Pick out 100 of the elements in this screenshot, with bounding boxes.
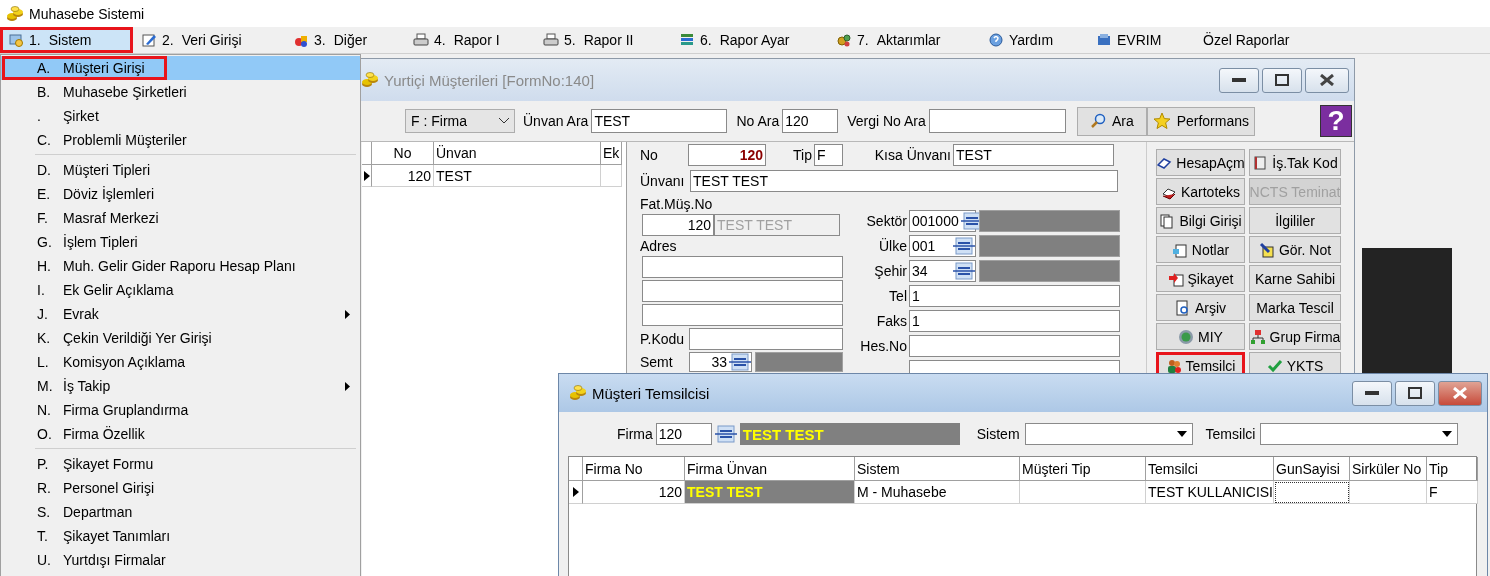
menu-item[interactable]: P. Şikayet Formu: [1, 452, 360, 476]
menu-item[interactable]: G. İşlem Tipleri: [1, 230, 360, 254]
window-title: Yurtiçi Müşterileri [FormNo:140]: [384, 71, 595, 89]
menu-item[interactable]: F. Masraf Merkezi: [1, 206, 360, 230]
menu-item[interactable]: . Şirket: [1, 104, 360, 128]
table-cell: F: [1427, 481, 1478, 504]
table-cell[interactable]: [1274, 481, 1350, 504]
input-field[interactable]: [928, 109, 1066, 133]
menu-item[interactable]: 5. Rapor II: [535, 27, 671, 53]
menu-item[interactable]: 2. Veri Girişi: [133, 27, 285, 53]
pencil-icon: [141, 32, 157, 48]
menu-item[interactable]: Yardım: [980, 27, 1088, 53]
menu-item[interactable]: E. Döviz İşlemleri: [1, 182, 360, 206]
field-label: Tip: [792, 147, 813, 163]
input-field[interactable]: 001: [909, 235, 976, 257]
menu-item[interactable]: J. Evrak: [1, 302, 360, 326]
minimize-icon: [1232, 78, 1246, 82]
action-button[interactable]: Arşiv: [1156, 294, 1245, 321]
menu-item[interactable]: Özel Raporlar: [1195, 27, 1325, 53]
coins-icon: [361, 71, 379, 89]
hierarchy-icon: [1250, 328, 1266, 345]
input-field[interactable]: [909, 335, 1120, 357]
dropdown[interactable]: [1260, 423, 1459, 445]
input-field[interactable]: 120: [655, 423, 712, 445]
close-button[interactable]: [1305, 67, 1349, 93]
menu-item[interactable]: L. Komisyon Açıklama: [1, 350, 360, 374]
input-field[interactable]: 1: [909, 310, 1120, 332]
printer-icon: [543, 32, 559, 48]
action-button[interactable]: Gör. Not: [1249, 236, 1341, 263]
menu-item[interactable]: U. Yurtdışı Firmalar: [1, 548, 360, 572]
menu-item[interactable]: 1. Sistem: [0, 27, 133, 53]
maximize-button[interactable]: [1262, 67, 1302, 93]
menu-item[interactable]: 7. Aktarımlar: [828, 27, 980, 53]
action-button[interactable]: Marka Tescil: [1249, 294, 1341, 321]
field-label: Temsilci: [1205, 426, 1256, 442]
menu-item[interactable]: N. Firma Gruplandırma: [1, 398, 360, 422]
field-label: Fat.Müş.No: [640, 196, 714, 212]
menu-item[interactable]: A. Müşteri Girişi: [1, 56, 360, 80]
menu-item[interactable]: T. Şikayet Tanımları: [1, 524, 360, 548]
action-button[interactable]: Grup Firma: [1249, 323, 1341, 350]
action-button[interactable]: Performans: [1146, 106, 1255, 136]
action-button[interactable]: İlgililer: [1249, 207, 1341, 234]
action-button[interactable]: Kartoteks: [1156, 178, 1245, 205]
menu-item[interactable]: I. Ek Gelir Açıklama: [1, 278, 360, 302]
action-button[interactable]: HesapAçm: [1156, 149, 1245, 176]
action-button[interactable]: Karne Sahibi: [1249, 265, 1341, 292]
menu-item[interactable]: K. Çekin Verildiği Yer Girişi: [1, 326, 360, 350]
menu-item[interactable]: C. Problemli Müşteriler: [1, 128, 360, 152]
search-button[interactable]: Ara: [1076, 106, 1147, 136]
action-button[interactable]: Şikayet: [1156, 265, 1245, 292]
action-button[interactable]: Notlar: [1156, 236, 1245, 263]
input-field[interactable]: 120: [688, 144, 766, 166]
input-field[interactable]: [642, 256, 843, 278]
dropdown-arrow-icon: [1442, 431, 1453, 437]
action-button[interactable]: Bilgi Girişi: [1156, 207, 1245, 234]
input-field[interactable]: 1: [909, 285, 1120, 307]
menu-item[interactable]: R. Personel Girişi: [1, 476, 360, 500]
field-label: Sistem: [976, 426, 1020, 442]
field-label: Ünvanı: [640, 173, 686, 189]
input-field[interactable]: 34: [909, 260, 976, 282]
close-button[interactable]: [1438, 380, 1482, 406]
input-field[interactable]: [689, 328, 843, 350]
help-icon: [988, 32, 1004, 48]
input-field[interactable]: TEST: [953, 144, 1114, 166]
menu-item[interactable]: B. Muhasebe Şirketleri: [1, 80, 360, 104]
lookup-icon[interactable]: [714, 425, 737, 443]
help-button[interactable]: ?: [1320, 105, 1352, 137]
maximize-button[interactable]: [1395, 380, 1435, 406]
input-field[interactable]: 120: [782, 109, 839, 133]
table-cell: TEST TEST: [685, 481, 855, 504]
input-field[interactable]: 33: [689, 352, 752, 372]
table-cell: 120: [372, 165, 434, 187]
input-field[interactable]: [642, 280, 843, 302]
lookup-icon[interactable]: [953, 262, 975, 280]
type-dropdown[interactable]: F : Firma: [405, 109, 515, 133]
menu-item[interactable]: EVRIM: [1088, 27, 1195, 53]
table-cell: M - Muhasebe: [855, 481, 1020, 504]
menu-item[interactable]: S. Departman: [1, 500, 360, 524]
lookup-icon[interactable]: [729, 353, 751, 371]
minimize-button[interactable]: [1219, 67, 1259, 93]
lookup-icon[interactable]: [953, 237, 975, 255]
menu-item[interactable]: 6. Rapor Ayar: [671, 27, 828, 53]
input-field[interactable]: TEST: [591, 109, 728, 133]
action-button[interactable]: İş.Tak Kod: [1249, 149, 1341, 176]
menu-item[interactable]: O. Firma Özellik: [1, 422, 360, 446]
dropdown[interactable]: [1024, 423, 1193, 445]
input-field[interactable]: 120: [642, 214, 714, 236]
search-icon: [1089, 113, 1106, 129]
input-field[interactable]: [642, 304, 843, 326]
menu-item[interactable]: 4. Rapor I: [405, 27, 535, 53]
menu-item[interactable]: 3. Diğer: [285, 27, 405, 53]
menu-item[interactable]: M. İş Takip: [1, 374, 360, 398]
menu-item[interactable]: H. Muh. Gelir Gider Raporu Hesap Planı: [1, 254, 360, 278]
minimize-button[interactable]: [1352, 380, 1392, 406]
action-button[interactable]: MIY: [1156, 323, 1245, 350]
menu-item[interactable]: D. Müşteri Tipleri: [1, 158, 360, 182]
input-field[interactable]: TEST TEST: [690, 170, 1118, 192]
field-label: Tel: [888, 288, 908, 304]
input-field[interactable]: 001000: [909, 210, 976, 232]
input-field[interactable]: F: [814, 144, 843, 166]
